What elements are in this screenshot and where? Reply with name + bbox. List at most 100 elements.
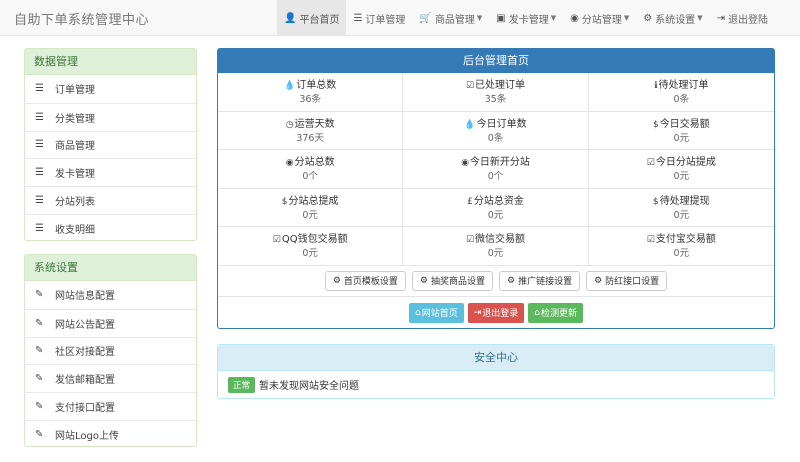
data-management-panel: 数据管理 ☰ 订单管理 ☰ 分类管理 ☰ 商品管理 ☰ 发卡管理 ☰ 分站列表 ☰ 收支明细 [24, 48, 197, 241]
list-item-label: 网站公告配置 [55, 319, 115, 331]
stat-label: 今日新开分站 [469, 157, 530, 168]
settings_panel-item-1[interactable]: ✎ 网站公告配置 [25, 308, 196, 337]
nav-item-1[interactable]: ☰ 订单管理 [346, 0, 412, 36]
logout-button[interactable]: ⇥ 退出登录 [467, 302, 525, 323]
list-item-label: 支付接口配置 [55, 403, 115, 415]
brand-title[interactable]: 自助下单系统管理中心 [14, 9, 149, 28]
list-icon: ☰ [35, 111, 44, 123]
settings_panel-item-3[interactable]: ✎ 发信邮箱配置 [25, 364, 196, 392]
stat-value: 36条 [299, 94, 321, 105]
config-button-1[interactable]: ⚙ 抽奖商品设置 [411, 270, 493, 291]
nav-item-2[interactable]: 🛒 商品管理 ▼ [412, 0, 489, 36]
stat-cell: ☑QQ钱包交易额 0元 [218, 227, 404, 266]
caret-down-icon: ▼ [550, 14, 557, 22]
nav-item-0[interactable]: 👤 平台首页 [277, 0, 347, 36]
stat-value: 0元 [487, 209, 504, 221]
config-button-label: 首页模板设置 [343, 277, 398, 287]
nav-item-3[interactable]: ▣ 发卡管理 ▼ [489, 0, 563, 36]
nav-item-6[interactable]: ⇥ 退出登陆 [710, 0, 775, 36]
stat-cell: ☑已处理订单 35条 [403, 73, 589, 112]
stat-label-row: $待处理提现 [589, 195, 774, 209]
list-item-label: 发卡管理 [55, 169, 95, 181]
list-item-label: 网站Logo上传 [55, 430, 119, 442]
nav-item-4[interactable]: ◉ 分站管理 ▼ [563, 0, 636, 36]
stat-label-row: ℹ待处理订单 [589, 79, 774, 93]
gear-icon: ⚙ [643, 12, 653, 24]
data_panel-item-3[interactable]: ☰ 发卡管理 [25, 158, 196, 186]
stat-label-row: ◉今日新开分站 [403, 156, 587, 170]
drop-icon: 💧 [464, 119, 476, 130]
stat-label: 已处理订单 [475, 80, 526, 91]
list-icon: ☰ [35, 167, 44, 179]
system-settings-panel: 系统设置 ✎ 网站信息配置 ✎ 网站公告配置 ✎ 社区对接配置 ✎ 发信邮箱配置 ✎ 支付接口配置… [24, 254, 197, 447]
config-button-3[interactable]: ⚙ 防红接口设置 [586, 270, 668, 291]
config-button-label: 抽奖商品设置 [430, 277, 485, 287]
action-button-row: ⌂ 网站首页 ⇥ 退出登录 ⌂ 检测更新 [218, 297, 774, 329]
stat-value: 0元 [673, 171, 690, 182]
stat-value: 376天 [296, 132, 324, 144]
stat-label-row: ◷运营天数 [218, 118, 402, 132]
logout-icon: ⇥ [473, 307, 482, 318]
admin-home-panel: 后台管理首页 💧订单总数 36条 ☑已处理订单 35条 ℹ待处理订单 0条 ◷运营天数 376… [217, 48, 775, 329]
stat-value: 0元 [673, 132, 690, 144]
stat-label-row: $今日交易额 [589, 118, 774, 132]
stat-label-row: ☑已处理订单 [403, 79, 587, 93]
gear-icon: ⚙ [332, 275, 341, 286]
security-status-row: 正常 暂未发现网站安全问题 [218, 371, 774, 398]
main-nav: 👤 平台首页 ☰ 订单管理 🛒 商品管理 ▼ ▣ 发卡管理 ▼ ◉ 分站管理 ▼ ⚙ 系统设置 ▼ ⇥ 退出登陆 [277, 0, 775, 36]
check-square-icon: ☑ [646, 158, 655, 168]
list-item-label: 订单管理 [55, 85, 95, 97]
stat-label: 支付宝交易额 [655, 234, 716, 245]
stat-label-row: 💧今日订单数 [403, 118, 587, 132]
logout-icon: ⇥ [716, 12, 725, 24]
stat-label-row: ☑支付宝交易额 [589, 233, 774, 247]
stat-label: 待处理提现 [659, 195, 710, 207]
config-button-2[interactable]: ⚙ 推广链接设置 [499, 270, 581, 291]
stat-cell: ☑微信交易额 0元 [403, 227, 589, 266]
stat-label-row: $分站总提成 [218, 195, 402, 209]
stat-label: 分站总提成 [288, 195, 339, 207]
settings_panel-item-0[interactable]: ✎ 网站信息配置 [25, 281, 196, 309]
data_panel-item-1[interactable]: ☰ 分类管理 [25, 102, 196, 131]
stat-value: 0条 [673, 94, 690, 105]
list-icon: ☰ [35, 195, 44, 207]
dollar-icon: $ [281, 196, 288, 207]
data_panel-item-2[interactable]: ☰ 商品管理 [25, 130, 196, 159]
stat-cell: $待处理提现 0元 [588, 189, 774, 227]
list-item-label: 社区对接配置 [55, 347, 115, 359]
data-management-title: 数据管理 [25, 49, 196, 75]
data_panel-item-4[interactable]: ☰ 分站列表 [25, 186, 196, 214]
stat-value: 0元 [673, 209, 690, 221]
check-square-icon: ☑ [465, 235, 475, 245]
check-square-icon: ☑ [272, 235, 281, 245]
security-center-title: 安全中心 [218, 345, 774, 371]
check-update-button[interactable]: ⌂ 检测更新 [528, 302, 584, 323]
list-item-label: 分类管理 [55, 113, 95, 125]
stat-label: 今日分站提成 [655, 157, 716, 168]
user-icon: 👤 [284, 12, 297, 24]
list-icon: ☰ [353, 12, 363, 24]
stat-value: 0元 [302, 248, 318, 259]
nav-item-label: 分站管理 [581, 14, 622, 26]
settings_panel-item-2[interactable]: ✎ 社区对接配置 [25, 336, 196, 365]
settings_panel-item-5[interactable]: ✎ 网站Logo上传 [25, 419, 196, 448]
data_panel-item-5[interactable]: ☰ 收支明细 [25, 213, 196, 242]
settings_panel-item-4[interactable]: ✎ 支付接口配置 [25, 392, 196, 420]
dollar-icon: $ [652, 119, 659, 130]
card-icon: ▣ [496, 12, 506, 24]
stat-label-row: ☑QQ钱包交易额 [218, 233, 402, 247]
stat-cell: 💧今日订单数 0条 [403, 111, 589, 150]
info-circle-icon: ℹ [654, 81, 658, 91]
site-home-button[interactable]: ⌂ 网站首页 [408, 302, 464, 323]
list-item-label: 商品管理 [55, 141, 95, 153]
stat-label-row: £分站总资金 [403, 195, 587, 209]
system-settings-title: 系统设置 [25, 255, 196, 281]
check-square-icon: ☑ [646, 235, 655, 245]
caret-down-icon: ▼ [697, 14, 703, 22]
list-item-label: 网站信息配置 [55, 291, 115, 303]
nav-item-5[interactable]: ⚙ 系统设置 ▼ [636, 0, 709, 36]
nav-item-label: 发卡管理 [508, 14, 549, 26]
data_panel-item-0[interactable]: ☰ 订单管理 [25, 75, 196, 103]
config-button-0[interactable]: ⚙ 首页模板设置 [324, 270, 406, 291]
cart-icon: 🛒 [419, 12, 432, 24]
